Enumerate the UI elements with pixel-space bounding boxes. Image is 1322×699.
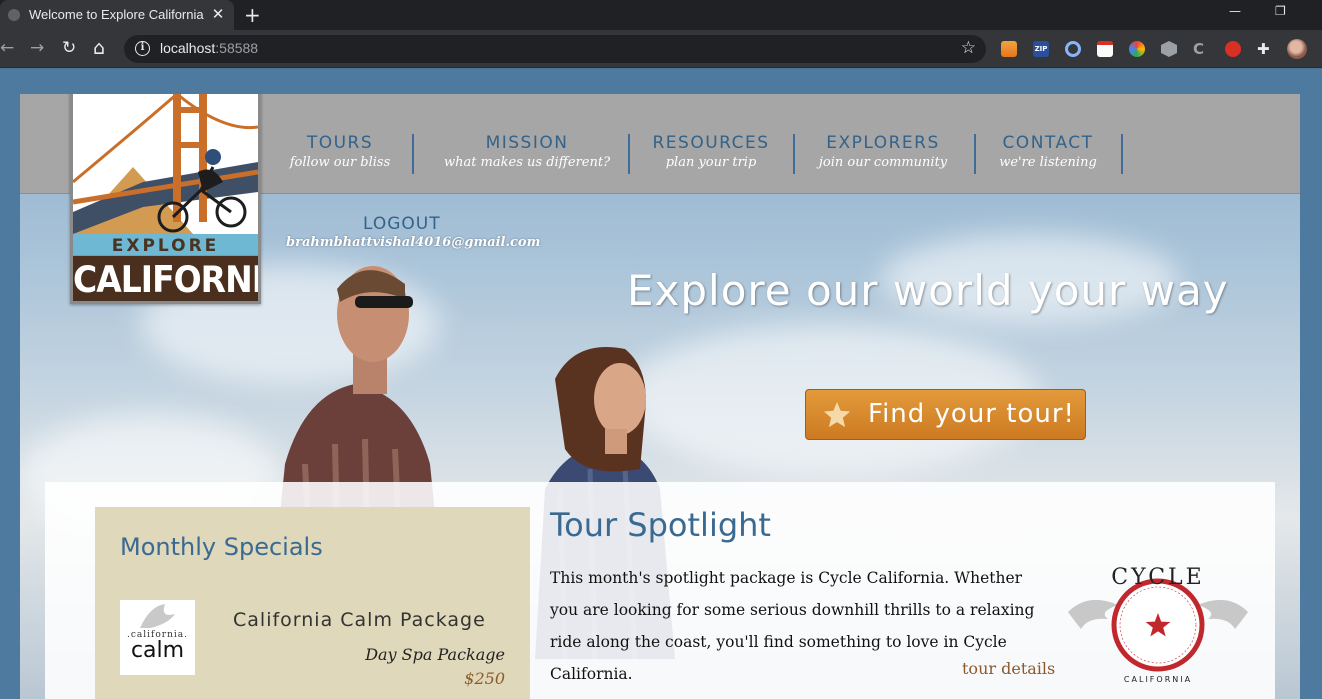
golden-gate-cyclist-illustration	[73, 94, 258, 234]
tab-bar: Welcome to Explore California ✕ + — ❐	[0, 0, 1322, 30]
nav-item-tours[interactable]: TOURS follow our bliss	[275, 132, 405, 174]
circle-ext-icon[interactable]	[1065, 41, 1081, 57]
url-host: localhost	[160, 40, 216, 56]
spotlight-title: Tour Spotlight	[550, 506, 771, 544]
puzzle-icon[interactable]: ✚	[1257, 41, 1273, 57]
restore-button[interactable]: ❐	[1275, 4, 1286, 18]
logo-california-text: CALIFORNIA	[73, 255, 258, 301]
nav-divider	[974, 134, 976, 174]
leaf-icon	[140, 604, 175, 628]
monthly-specials-box: Monthly Specials .california. calm Calif…	[95, 507, 530, 699]
nav-item-explorers[interactable]: EXPLORERS join our community	[810, 132, 956, 174]
nav-divider	[1121, 134, 1123, 174]
docs-ext-icon[interactable]	[1097, 41, 1113, 57]
hand-ext-icon[interactable]	[1225, 41, 1241, 57]
address-bar[interactable]: i localhost:58588 ☆	[124, 35, 986, 63]
user-email: brahmbhattvishal4016@gmail.com	[286, 235, 541, 250]
bookmark-star-icon[interactable]: ☆	[961, 38, 976, 58]
nav-subtitle: what makes us different?	[443, 155, 611, 170]
star-icon	[823, 401, 851, 428]
web-page: TOURS follow our bliss MISSION what make…	[0, 69, 1322, 699]
reload-button[interactable]: ↻	[62, 38, 76, 58]
package-type: Day Spa Package	[365, 645, 505, 664]
nav-item-contact[interactable]: CONTACT we're listening	[990, 132, 1106, 174]
nav-title: CONTACT	[1002, 133, 1094, 153]
nav-title: RESOURCES	[652, 133, 770, 153]
nav-divider	[793, 134, 795, 174]
globe-icon	[8, 9, 20, 21]
nav-divider	[412, 134, 414, 174]
hex-ext-icon[interactable]	[1161, 41, 1177, 57]
find-tour-button[interactable]: Find your tour!	[805, 389, 1086, 440]
package-name-link[interactable]: California Calm Package	[233, 609, 486, 631]
nav-divider	[628, 134, 630, 174]
c-ext-icon[interactable]: C	[1193, 41, 1209, 57]
zip-ext-icon[interactable]: ZIP	[1033, 41, 1049, 57]
cycle-logo-top-text: CYCLE	[1111, 565, 1204, 590]
stack-ext-icon[interactable]	[1001, 41, 1017, 57]
nav-subtitle: follow our bliss	[289, 155, 391, 170]
browser-toolbar: ← → ↻ ⌂ i localhost:58588 ☆ ZIP C ✚	[0, 30, 1322, 68]
calm-logo-big-text: calm	[130, 638, 185, 663]
info-icon[interactable]: i	[135, 41, 150, 56]
close-tab-icon[interactable]: ✕	[210, 5, 226, 23]
logo-explore-text: EXPLORE	[73, 234, 258, 258]
explore-california-logo[interactable]: EXPLORE CALIFORNIA	[70, 94, 261, 304]
minimize-button[interactable]: —	[1229, 4, 1241, 18]
california-calm-logo[interactable]: .california. calm	[120, 600, 195, 675]
nav-subtitle: we're listening	[999, 155, 1097, 170]
home-button[interactable]: ⌂	[93, 38, 105, 58]
logout-link[interactable]: LOGOUT	[363, 214, 441, 234]
tour-details-link[interactable]: tour details	[962, 659, 1055, 678]
nav-title: TOURS	[306, 133, 374, 153]
package-price: $250	[464, 669, 505, 688]
nav-subtitle: join our community	[818, 155, 948, 170]
hero-frame: TOURS follow our bliss MISSION what make…	[20, 94, 1300, 699]
browser-tab[interactable]: Welcome to Explore California ✕	[0, 0, 234, 30]
cycle-logo-bottom-text: CALIFORNIA	[1124, 675, 1192, 684]
url-port: :58588	[215, 40, 259, 56]
hero-title: Explore our world your way	[627, 266, 1229, 315]
nav-title: MISSION	[485, 133, 569, 153]
back-button[interactable]: ←	[0, 38, 14, 58]
color-wheel-ext-icon[interactable]	[1129, 41, 1145, 57]
nav-item-mission[interactable]: MISSION what makes us different?	[432, 132, 622, 174]
nav-item-resources[interactable]: RESOURCES plan your trip	[646, 132, 776, 174]
forward-button[interactable]: →	[30, 38, 44, 58]
new-tab-button[interactable]: +	[244, 3, 261, 27]
profile-avatar[interactable]	[1287, 39, 1307, 59]
find-tour-label: Find your tour!	[868, 399, 1075, 429]
cycle-california-logo[interactable]: CYCLE CALIFORNIA	[1063, 557, 1253, 687]
nav-subtitle: plan your trip	[665, 155, 757, 170]
url-text: localhost:58588	[160, 40, 258, 56]
tab-title: Welcome to Explore California	[29, 7, 204, 22]
content-panel: Monthly Specials .california. calm Calif…	[45, 482, 1275, 699]
nav-title: EXPLORERS	[826, 133, 940, 153]
specials-title: Monthly Specials	[120, 533, 323, 561]
